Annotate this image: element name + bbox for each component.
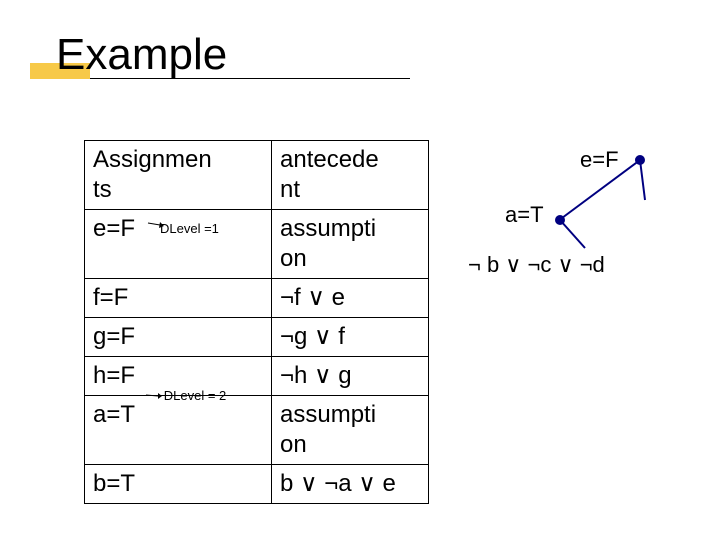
node-label-eF: e=F bbox=[580, 147, 619, 173]
table-row: e=F assumpti on bbox=[85, 210, 429, 279]
header-antecedent: antecede nt bbox=[272, 141, 429, 210]
table-row: g=F ¬g ∨ f bbox=[85, 318, 429, 357]
cell-ante: assumpti on bbox=[272, 396, 429, 465]
cell-assign: e=F bbox=[85, 210, 272, 279]
cell-assign: a=T bbox=[85, 396, 272, 465]
cell-ante: ¬f ∨ e bbox=[272, 279, 429, 318]
cell-assign: g=F bbox=[85, 318, 272, 357]
table-row: f=F ¬f ∨ e bbox=[85, 279, 429, 318]
table-row: h=F ¬h ∨ g bbox=[85, 357, 429, 396]
cell-ante: b ∨ ¬a ∨ e bbox=[272, 465, 429, 504]
table-row: a=T assumpti on bbox=[85, 396, 429, 465]
dlevel-2-label: DLevel = 2 bbox=[160, 388, 230, 403]
cell-assign: b=T bbox=[85, 465, 272, 504]
cell-assign: f=F bbox=[85, 279, 272, 318]
table-row: b=T b ∨ ¬a ∨ e bbox=[85, 465, 429, 504]
header-assignments: Assignmen ts bbox=[85, 141, 272, 210]
node-dot-eF bbox=[635, 155, 645, 165]
cell-ante: ¬g ∨ f bbox=[272, 318, 429, 357]
dlevel-1-label: DLevel =1 bbox=[160, 221, 219, 236]
node-dot-aT bbox=[555, 215, 565, 225]
slide-title: Example bbox=[56, 30, 227, 80]
assignments-table: Assignmen ts antecede nt e=F assumpti on… bbox=[84, 140, 429, 504]
cell-ante: assumpti on bbox=[272, 210, 429, 279]
cell-ante: ¬h ∨ g bbox=[272, 357, 429, 396]
conflict-clause: ¬ b ∨ ¬c ∨ ¬d bbox=[468, 252, 605, 278]
table-header-row: Assignmen ts antecede nt bbox=[85, 141, 429, 210]
node-label-aT: a=T bbox=[505, 202, 544, 228]
implication-graph: e=F a=T ¬ b ∨ ¬c ∨ ¬d bbox=[450, 140, 700, 440]
slide-title-block: Example bbox=[56, 30, 227, 80]
graph-edges bbox=[450, 140, 700, 440]
